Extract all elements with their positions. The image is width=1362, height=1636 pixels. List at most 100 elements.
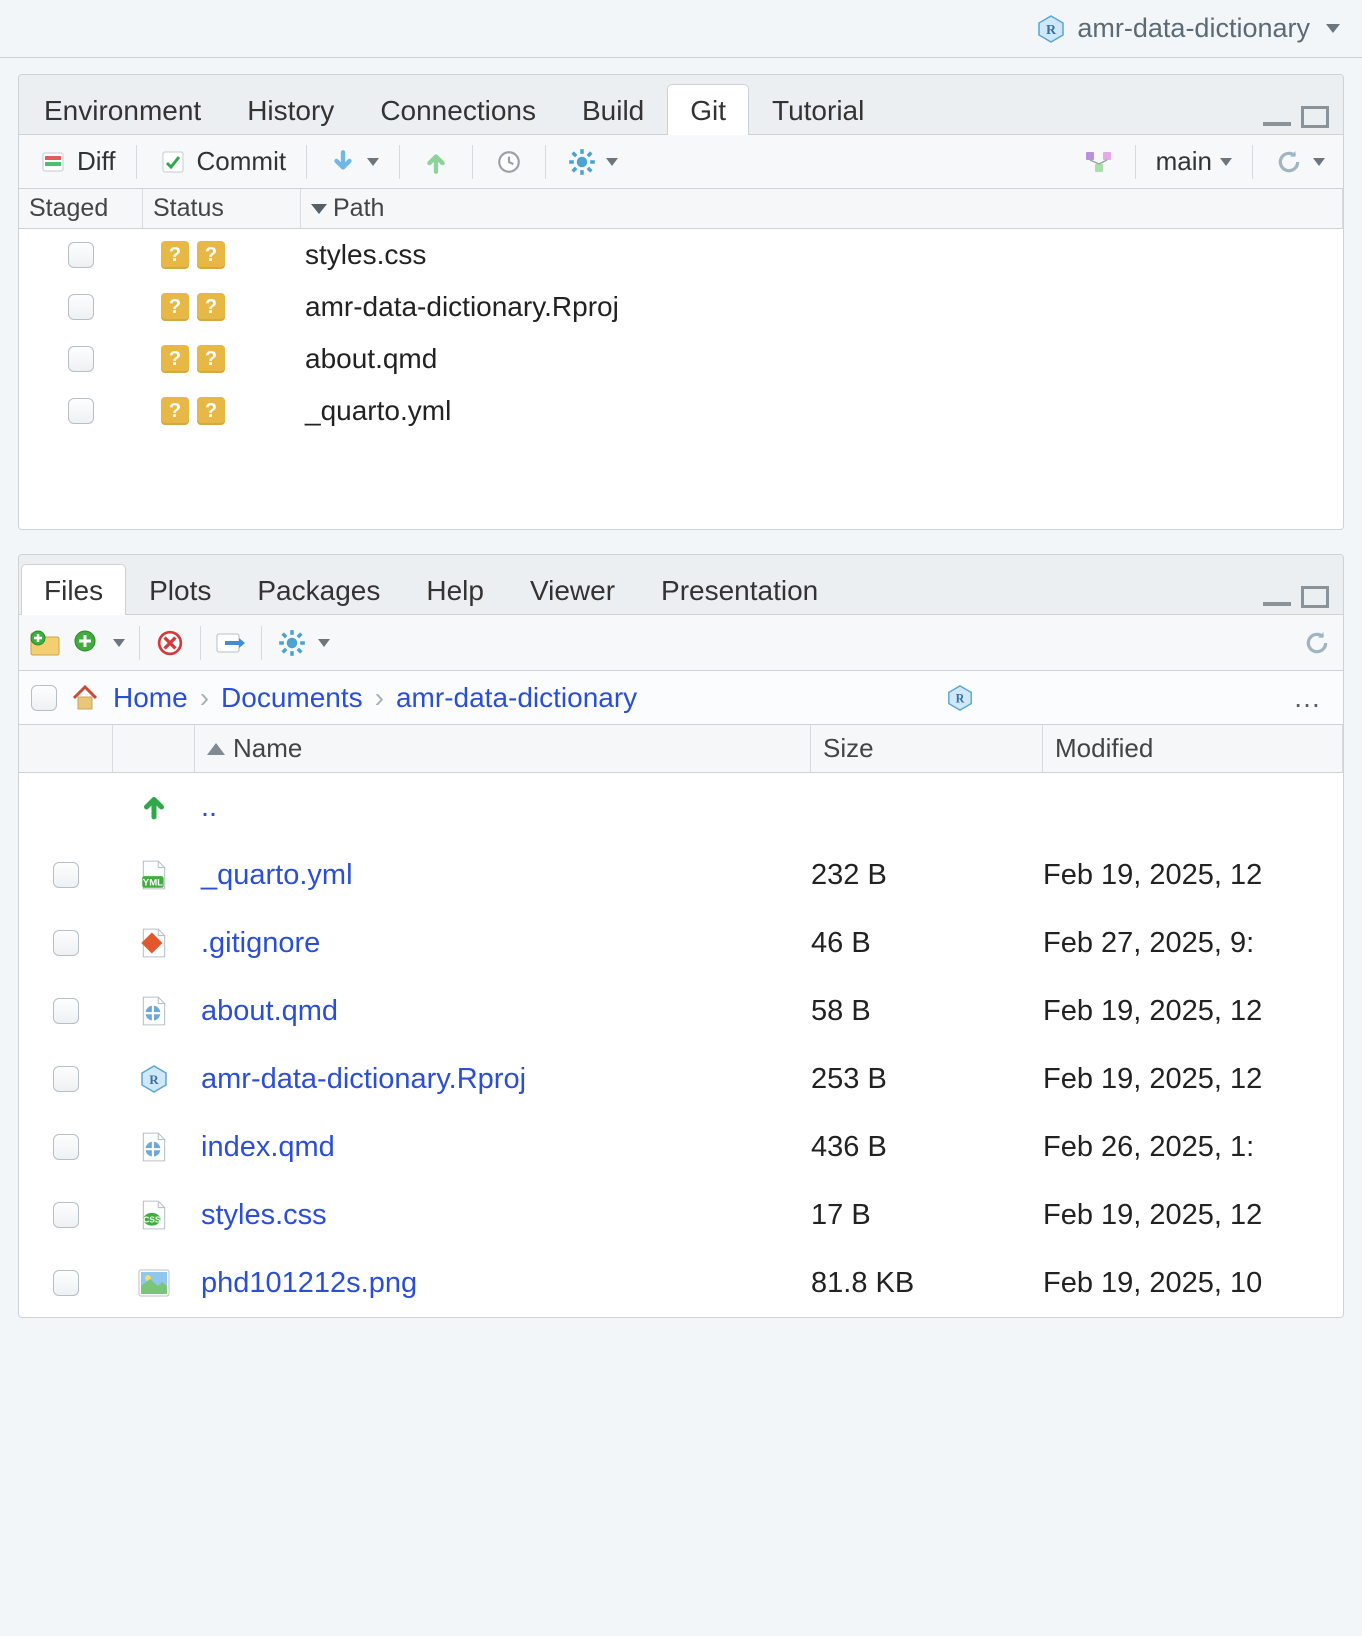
file-modified: Feb 19, 2025, 10 [1043, 1267, 1343, 1300]
commit-icon [157, 146, 189, 178]
commit-button[interactable]: Commit [147, 142, 297, 182]
files-more-caret-icon[interactable] [318, 639, 330, 647]
crumb-documents[interactable]: Documents [221, 682, 363, 714]
col-path[interactable]: Path [301, 189, 1343, 228]
files-more-button[interactable] [276, 627, 308, 659]
file-type-icon [138, 927, 170, 959]
tab-history[interactable]: History [224, 84, 357, 135]
tab-presentation[interactable]: Presentation [638, 564, 841, 615]
file-row-updir[interactable]: .. [19, 773, 1343, 841]
file-size: 81.8 KB [811, 1267, 1043, 1300]
project-name[interactable]: amr-data-dictionary [1077, 13, 1310, 44]
new-file-caret-icon[interactable] [113, 639, 125, 647]
col-name[interactable]: Name [195, 725, 811, 772]
file-row[interactable]: .gitignore46 BFeb 27, 2025, 9: [19, 909, 1343, 977]
goto-project-icon[interactable]: R [944, 682, 976, 714]
path-overflow-button[interactable]: … [1283, 682, 1331, 714]
col-status[interactable]: Status [143, 189, 301, 228]
file-row[interactable]: CSSstyles.css17 BFeb 19, 2025, 12 [19, 1181, 1343, 1249]
git-row[interactable]: ??styles.css [19, 229, 1343, 281]
project-menu-caret-icon[interactable] [1326, 24, 1340, 33]
crumb-sep-icon: › [200, 682, 209, 714]
tab-tutorial[interactable]: Tutorial [749, 84, 887, 135]
diff-button[interactable]: Diff [27, 142, 126, 182]
file-type-icon: YML [138, 859, 170, 891]
up-arrow-icon [138, 791, 170, 823]
refresh-icon [1273, 146, 1305, 178]
file-row[interactable]: YML_quarto.yml232 BFeb 19, 2025, 12 [19, 841, 1343, 909]
file-link[interactable]: about.qmd [201, 995, 338, 1027]
file-checkbox[interactable] [53, 862, 79, 888]
file-link[interactable]: index.qmd [201, 1131, 335, 1163]
svg-text:R: R [1046, 23, 1057, 38]
select-all-checkbox[interactable] [31, 685, 57, 711]
file-checkbox[interactable] [53, 930, 79, 956]
col-staged[interactable]: Staged [19, 189, 143, 228]
crumb-home[interactable]: Home [113, 682, 188, 714]
git-refresh-caret-icon[interactable] [1313, 158, 1325, 166]
rename-button[interactable] [215, 627, 247, 659]
git-more-caret-icon[interactable] [606, 158, 618, 166]
updir-link[interactable]: .. [201, 791, 217, 823]
file-checkbox[interactable] [53, 1270, 79, 1296]
status-badge: ? [197, 241, 225, 269]
file-link[interactable]: amr-data-dictionary.Rproj [201, 1063, 526, 1095]
git-more-button[interactable] [556, 142, 628, 182]
project-bar: R amr-data-dictionary [0, 0, 1362, 58]
push-button[interactable] [410, 142, 462, 182]
tab-viewer[interactable]: Viewer [507, 564, 638, 615]
git-refresh-button[interactable] [1263, 142, 1335, 182]
tab-files[interactable]: Files [21, 564, 126, 615]
minimize-pane-icon[interactable] [1263, 598, 1291, 606]
delete-button[interactable] [154, 627, 186, 659]
file-row[interactable]: Ramr-data-dictionary.Rproj253 BFeb 19, 2… [19, 1045, 1343, 1113]
file-link[interactable]: .gitignore [201, 927, 320, 959]
file-link[interactable]: _quarto.yml [201, 859, 353, 891]
files-toolbar [19, 615, 1343, 671]
tab-environment[interactable]: Environment [21, 84, 224, 135]
file-checkbox[interactable] [53, 1066, 79, 1092]
pull-button[interactable] [317, 142, 389, 182]
home-icon[interactable] [69, 682, 101, 714]
stage-checkbox[interactable] [68, 242, 94, 268]
tab-packages[interactable]: Packages [234, 564, 403, 615]
git-row[interactable]: ??_quarto.yml [19, 385, 1343, 437]
minimize-pane-icon[interactable] [1263, 118, 1291, 126]
maximize-pane-icon[interactable] [1301, 586, 1329, 608]
history-button[interactable] [483, 142, 535, 182]
status-badge: ? [161, 397, 189, 425]
tab-build[interactable]: Build [559, 84, 667, 135]
git-rows: ?? styles.css ??amr-data-dictionary.Rproj?… [19, 229, 1343, 529]
pull-menu-caret-icon[interactable] [367, 158, 379, 166]
branch-button[interactable] [1073, 142, 1125, 182]
stage-checkbox[interactable] [68, 398, 94, 424]
col-size[interactable]: Size [811, 725, 1043, 772]
branch-select[interactable]: main [1146, 142, 1242, 181]
file-checkbox[interactable] [53, 1202, 79, 1228]
stage-checkbox[interactable] [68, 294, 94, 320]
breadcrumb: Home › Documents › amr-data-dictionary R… [19, 671, 1343, 725]
file-checkbox[interactable] [53, 1134, 79, 1160]
file-link[interactable]: phd101212s.png [201, 1267, 417, 1299]
tab-git[interactable]: Git [667, 84, 749, 135]
git-row[interactable]: ??about.qmd [19, 333, 1343, 385]
git-row[interactable]: ??amr-data-dictionary.Rproj [19, 281, 1343, 333]
git-path: styles.css [301, 239, 1343, 271]
file-link[interactable]: styles.css [201, 1199, 327, 1231]
git-panel: Environment History Connections Build Gi… [18, 74, 1344, 530]
file-row[interactable]: about.qmd58 BFeb 19, 2025, 12 [19, 977, 1343, 1045]
file-checkbox[interactable] [53, 998, 79, 1024]
tab-connections[interactable]: Connections [357, 84, 559, 135]
new-folder-button[interactable] [29, 627, 61, 659]
new-file-button[interactable] [71, 627, 103, 659]
file-row[interactable]: phd101212s.png 81.8 KBFeb 19, 2025, 10 [19, 1249, 1343, 1317]
tab-help[interactable]: Help [403, 564, 507, 615]
file-row[interactable]: index.qmd436 BFeb 26, 2025, 1: [19, 1113, 1343, 1181]
files-refresh-button[interactable] [1301, 627, 1333, 659]
maximize-pane-icon[interactable] [1301, 106, 1329, 128]
stage-checkbox[interactable] [68, 346, 94, 372]
crumb-project[interactable]: amr-data-dictionary [396, 682, 637, 714]
tab-plots[interactable]: Plots [126, 564, 234, 615]
branch-caret-icon[interactable] [1220, 158, 1232, 166]
col-modified[interactable]: Modified [1043, 725, 1343, 772]
